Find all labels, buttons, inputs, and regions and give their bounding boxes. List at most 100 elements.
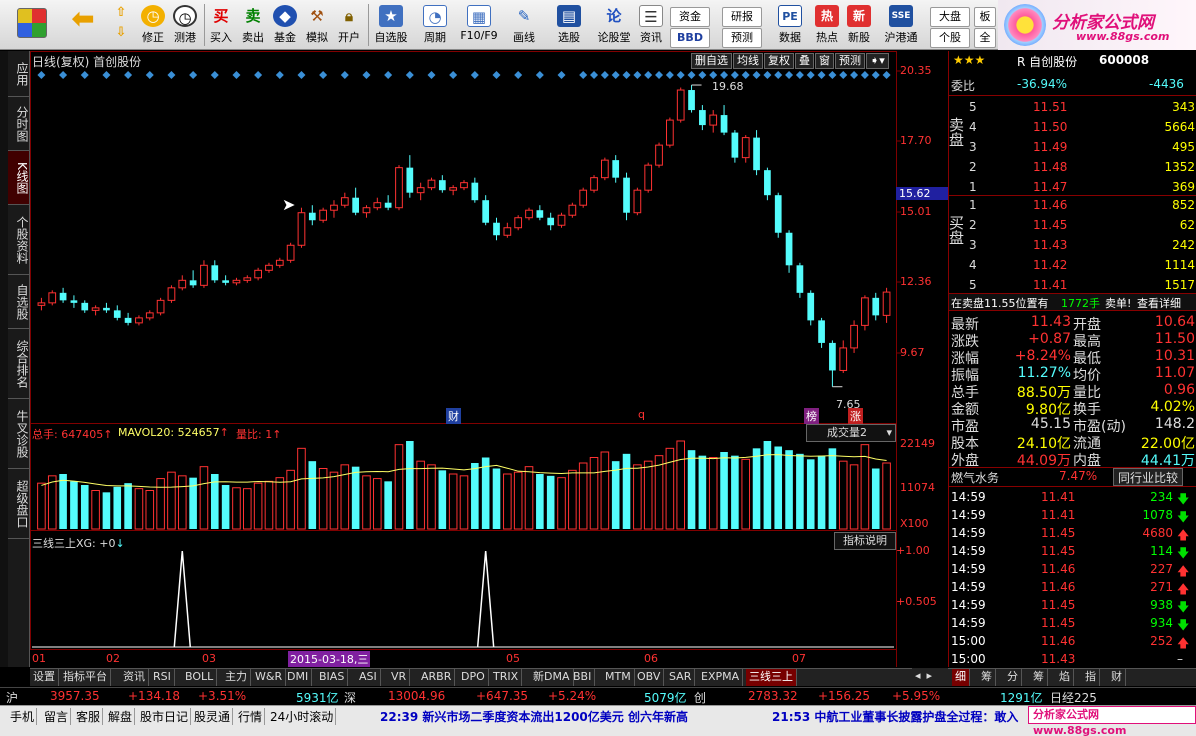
tab-indicator[interactable]: SAR (666, 669, 696, 686)
fund-flow-button[interactable]: 资金 (670, 7, 710, 27)
nav-super-book[interactable]: 超级盘口 (8, 469, 29, 539)
tab-indicator[interactable]: ASI (356, 669, 381, 686)
watchlist-button[interactable]: ★ 自选股 (370, 2, 412, 48)
adjust-button[interactable]: 复权 (764, 53, 794, 69)
right-tab[interactable]: 分 (1004, 669, 1022, 686)
status-analysis[interactable]: 解盘 (106, 708, 136, 725)
news-ticker-2[interactable]: 21:53 中航工业董事长披露护盘全过程：敢入 (772, 708, 1018, 725)
tab-indicator[interactable]: OBV (634, 669, 665, 686)
buy-level-row[interactable]: 4 11.42 1114 (949, 257, 1196, 275)
status-service[interactable]: 客服 (74, 708, 104, 725)
tab-indicator[interactable]: 新DMA (530, 669, 574, 686)
volume-selector[interactable]: 成交量2 ▾ (806, 424, 896, 442)
kline-chart-area[interactable]: 日线(复权) 首创股份 删自选 均线 复权叠窗预测 ➧▾ 20.35 17.70 15… (30, 51, 948, 667)
window-button[interactable]: 窗 (815, 53, 834, 69)
tab-indicator[interactable]: 指标平台 (60, 669, 111, 686)
buy-level-row[interactable]: 2 11.45 62 (949, 217, 1196, 235)
tab-indicator[interactable]: TRIX (490, 669, 523, 686)
single-stock-button[interactable]: 个股 (930, 28, 970, 48)
fund-button[interactable]: ◆ 基金 (270, 2, 300, 48)
forum-button[interactable]: 论 论股堂 (594, 2, 634, 48)
sell-level-row[interactable]: 3 11.49 495 (949, 139, 1196, 157)
sell-button[interactable]: 卖 卖出 (238, 2, 268, 48)
nav-watchlist[interactable]: 自选股 (8, 275, 29, 329)
status-diary[interactable]: 股市日记 (138, 708, 192, 725)
sell-level-row[interactable]: 2 11.48 1352 (949, 159, 1196, 177)
back-button[interactable]: ⬅ (66, 2, 100, 48)
tab-indicator[interactable]: RSI (150, 669, 175, 686)
bbd-button[interactable]: BBD (670, 28, 710, 48)
research-button[interactable]: 研报 (722, 7, 762, 27)
big-order-alert[interactable]: 在卖盘11.55位置有 1772手 卖单! 查看详细 (949, 293, 1196, 311)
right-tab[interactable]: 细 (952, 669, 970, 686)
info-button[interactable]: ☰ 资讯 (636, 2, 666, 48)
market-dropdown[interactable]: 大盘 (930, 7, 970, 27)
status-mobile[interactable]: 手机 (8, 708, 38, 725)
f10-button[interactable]: ▦ F10/F9 (458, 2, 500, 48)
tab-indicator[interactable]: EXPMA (698, 669, 744, 686)
limit-up-marker[interactable]: 涨 (848, 408, 863, 424)
new-stock-button[interactable]: 新 新股 (844, 2, 874, 48)
finance-marker[interactable]: 财 (446, 408, 461, 424)
nav-ranking[interactable]: 综合排名 (8, 329, 29, 399)
tab-indicator[interactable]: BBI (570, 669, 596, 686)
nav-stock-info[interactable]: 个股资料 (8, 205, 29, 275)
indicator-help-button[interactable]: 指标说明 (834, 532, 896, 550)
right-tab[interactable]: 筹 (1030, 669, 1048, 686)
remove-watch-button[interactable]: 删自选 (691, 53, 732, 69)
status-guling[interactable]: 股灵通 (192, 708, 234, 725)
sector-compare-button[interactable]: 同行业比较 (1113, 468, 1184, 486)
kline-chart-svg[interactable] (30, 51, 948, 667)
data-button[interactable]: PE 数据 (770, 2, 810, 48)
home-button[interactable] (14, 2, 50, 48)
buy-button[interactable]: 买 买入 (206, 2, 236, 48)
nav-kline[interactable]: K线图 (8, 151, 29, 205)
alert-detail-link[interactable]: 查看详细 (1137, 295, 1181, 311)
right-tab[interactable]: 筹 (978, 669, 996, 686)
buy-level-row[interactable]: 1 11.46 852 (949, 197, 1196, 215)
right-arrow-icon[interactable]: ▸ (924, 669, 936, 682)
tab-scroll[interactable]: ◂ ▸ (912, 668, 948, 686)
hotspot-button[interactable]: 热 热点 (812, 2, 842, 48)
nav-diagnosis[interactable]: 牛叉诊股 (8, 399, 29, 469)
right-tab[interactable]: 财 (1108, 669, 1126, 686)
nav-timeshare[interactable]: 分时图 (8, 97, 29, 151)
tab-indicator[interactable]: 主力 (222, 669, 251, 686)
tab-indicator[interactable]: DMI (284, 669, 313, 686)
tab-indicator[interactable]: 三线三上 (746, 669, 797, 686)
board-button[interactable]: 板 (974, 7, 996, 27)
tab-indicator[interactable]: VR (388, 669, 411, 686)
tab-indicator[interactable]: DPO (458, 669, 489, 686)
tab-indicator[interactable]: ARBR (418, 669, 456, 686)
q-marker[interactable]: q (638, 408, 645, 421)
simulate-button[interactable]: ⚒ 模拟 (302, 2, 332, 48)
ma-button[interactable]: 均线 (733, 53, 763, 69)
tab-indicator[interactable]: MTM (602, 669, 635, 686)
pin-icon[interactable]: ➧▾ (866, 53, 889, 69)
updown-button[interactable]: ⇧ ⇩ (108, 2, 134, 48)
hk-connect-button[interactable]: SSE 沪港通 (878, 2, 924, 48)
test-button[interactable]: ◷ 测港 (170, 2, 200, 48)
tab-indicator[interactable]: BOLL (182, 669, 218, 686)
forecast-button[interactable]: 预测 (722, 28, 762, 48)
forecast-chart-button[interactable]: 预测 (835, 53, 865, 69)
tab-indicator[interactable]: W&R (252, 669, 287, 686)
all-button[interactable]: 全 (974, 28, 996, 48)
left-arrow-icon[interactable]: ◂ (912, 669, 924, 682)
overlay-button[interactable]: 叠 (795, 53, 814, 69)
tab-indicator[interactable]: 设置 (30, 669, 59, 686)
right-tab[interactable]: 焰 (1056, 669, 1074, 686)
news-ticker-1[interactable]: 22:39 新兴市场二季度资本流出1200亿美元 创六年新高 (380, 708, 688, 725)
sell-level-row[interactable]: 4 11.50 5664 (949, 119, 1196, 137)
tab-indicator[interactable]: BIAS (316, 669, 349, 686)
drawline-button[interactable]: ✎ 画线 (504, 2, 544, 48)
status-message[interactable]: 留言 (42, 708, 72, 725)
open-account-button[interactable]: 🔒︎ 开户 (334, 2, 364, 48)
right-tab[interactable]: 指 (1082, 669, 1100, 686)
status-quote[interactable]: 行情 (236, 708, 266, 725)
status-24h[interactable]: 24小时滚动 (268, 708, 337, 725)
period-button[interactable]: ◔ 周期 (414, 2, 456, 48)
rank-marker[interactable]: 榜 (804, 408, 819, 424)
buy-level-row[interactable]: 3 11.43 242 (949, 237, 1196, 255)
nav-apps[interactable]: 应用 (8, 51, 29, 97)
